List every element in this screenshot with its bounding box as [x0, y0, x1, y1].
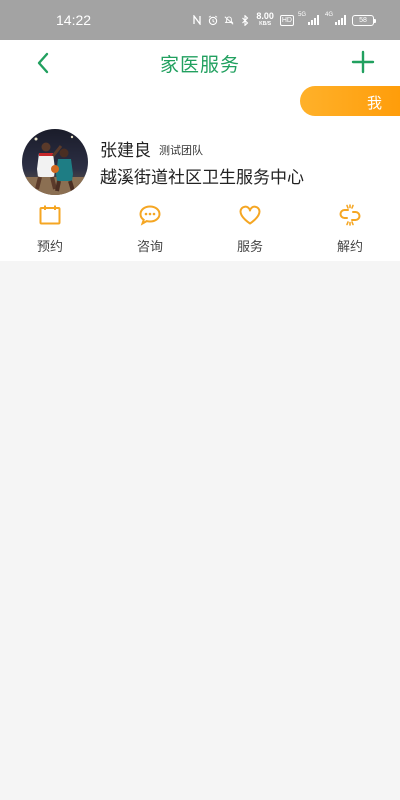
- me-label: 我: [366, 94, 382, 112]
- alarm-icon: [208, 15, 218, 25]
- service-center-name: 越溪街道社区卫生服务中心: [100, 168, 304, 188]
- network-speed-unit: KB/S: [259, 21, 272, 27]
- network-speed-value: 8.00: [256, 11, 274, 21]
- calendar-icon: [39, 205, 61, 225]
- page-title: 家医服务: [159, 54, 240, 76]
- consult-button[interactable]: 咨询: [120, 203, 180, 259]
- avatar[interactable]: [22, 129, 88, 195]
- header: 家医服务: [0, 40, 400, 86]
- service-label: 服务: [236, 240, 263, 255]
- network-type-1: 5G: [298, 12, 307, 18]
- network-type-2: 4G: [325, 12, 334, 18]
- appointment-button[interactable]: 预约: [20, 203, 80, 259]
- chat-bubble-icon: [139, 205, 161, 226]
- action-bar: 预约 咨询 服务 解约: [0, 203, 400, 259]
- consult-label: 咨询: [136, 240, 163, 255]
- me-button[interactable]: 我: [300, 86, 400, 116]
- status-time: 14:22: [56, 12, 92, 28]
- add-button[interactable]: [348, 47, 378, 77]
- team-tag: 测试团队: [159, 144, 203, 157]
- avatar-image: [22, 129, 88, 195]
- status-bar: 14:22 8.00 KB/S HD 5G 4G 58: [0, 0, 400, 40]
- nfc-icon: [192, 15, 202, 25]
- service-button[interactable]: 服务: [220, 203, 280, 259]
- family-doctor-card: 我 张建良 测试团队 越溪街道社区卫生服务中心 预约 咨询 服务 解约: [0, 86, 400, 261]
- network-speed: 8.00 KB/S: [256, 12, 274, 28]
- mute-icon: [224, 15, 234, 25]
- bluetooth-icon: [240, 14, 250, 26]
- hd-badge: HD: [279, 14, 294, 26]
- battery-level: 58: [359, 16, 367, 24]
- appointment-label: 预约: [36, 240, 63, 255]
- plus-icon: [351, 50, 375, 74]
- terminate-contract-label: 解约: [336, 240, 363, 255]
- signal-strength-1-icon: 5G: [298, 12, 319, 25]
- broken-link-icon: [339, 204, 361, 226]
- battery-icon: 58: [352, 14, 376, 26]
- status-icons: 8.00 KB/S HD 5G 4G 58: [192, 12, 376, 28]
- doctor-name: 张建良: [100, 141, 151, 161]
- terminate-contract-button[interactable]: 解约: [320, 203, 380, 259]
- heart-icon: [239, 205, 261, 225]
- signal-strength-2-icon: 4G: [325, 12, 346, 25]
